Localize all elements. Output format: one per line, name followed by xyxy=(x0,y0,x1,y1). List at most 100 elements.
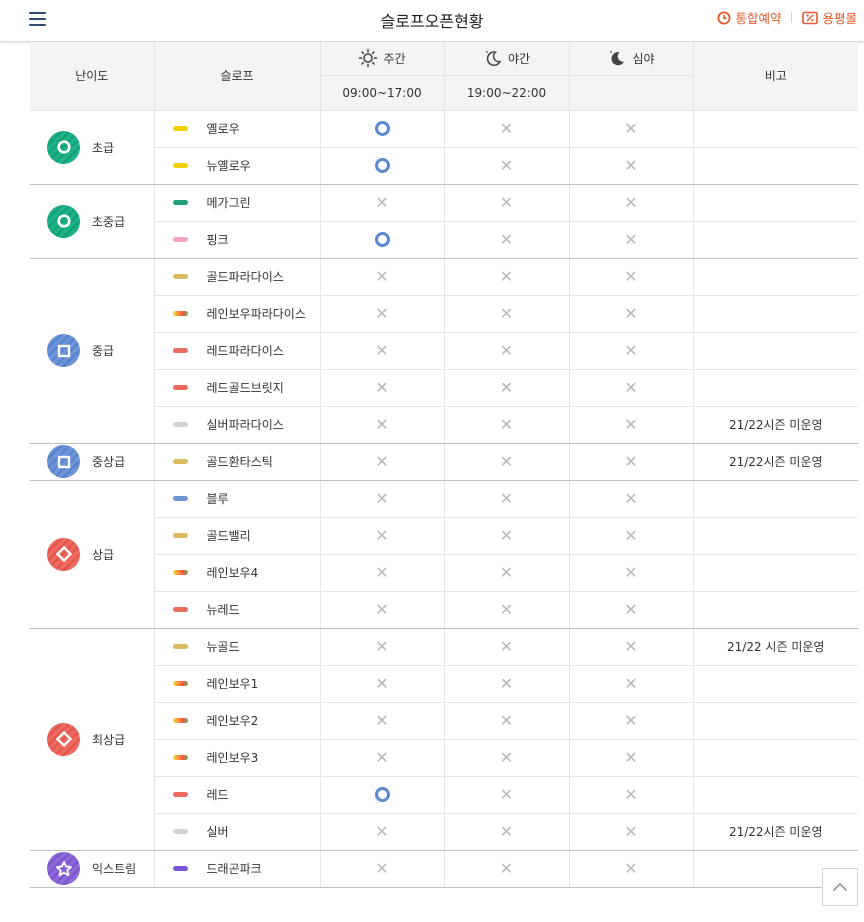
moon-icon xyxy=(610,51,625,66)
open-circle-icon xyxy=(374,121,390,136)
top-links: 통합예약 용평몰 xyxy=(717,8,857,27)
closed-x-icon: ✕ xyxy=(499,710,514,730)
slope-name: 뉴옐로우 xyxy=(206,159,251,173)
table-row: 레인보우3 ✕ ✕ ✕ xyxy=(30,739,858,777)
status-closed: ✕ xyxy=(569,813,694,851)
status-closed: ✕ xyxy=(569,332,694,370)
slope-name: 레인보우3 xyxy=(206,751,259,765)
note-cell xyxy=(693,332,858,370)
slope-color-pill xyxy=(172,755,188,760)
closed-x-icon: ✕ xyxy=(375,451,389,471)
slope-cell: 뉴골드 xyxy=(154,628,321,666)
slope-color-pill xyxy=(172,533,188,538)
note-cell xyxy=(693,258,858,296)
closed-x-icon: ✕ xyxy=(624,118,638,138)
note-cell xyxy=(693,110,858,148)
slope-color-pill xyxy=(172,607,188,612)
chevron-up-icon xyxy=(833,883,847,891)
status-closed: ✕ xyxy=(569,184,694,222)
status-closed: ✕ xyxy=(320,813,445,851)
slope-cell: 실버 xyxy=(154,813,321,851)
status-closed: ✕ xyxy=(444,813,570,851)
closed-x-icon: ✕ xyxy=(375,599,389,619)
status-closed: ✕ xyxy=(444,258,570,296)
closed-x-icon: ✕ xyxy=(499,747,514,767)
closed-x-icon: ✕ xyxy=(624,710,638,730)
status-closed: ✕ xyxy=(444,628,570,666)
level-label: 익스트림 xyxy=(92,862,137,876)
col-header-slope: 슬로프 xyxy=(154,42,321,111)
level-cell: 중상급 xyxy=(30,443,155,481)
note-cell xyxy=(693,221,858,259)
slope-color-pill xyxy=(172,274,188,279)
status-closed: ✕ xyxy=(320,184,445,222)
status-closed: ✕ xyxy=(569,295,694,333)
level-label: 상급 xyxy=(92,547,115,562)
slope-color-pill xyxy=(172,644,188,649)
status-closed: ✕ xyxy=(320,591,445,629)
table-row: 레드골드브릿지 ✕ ✕ ✕ xyxy=(30,369,858,407)
header: 슬로프오픈현황 통합예약 용평몰 xyxy=(0,0,864,42)
col-header-level: 난이도 xyxy=(30,42,155,111)
status-closed: ✕ xyxy=(569,147,694,185)
note-cell xyxy=(693,776,858,814)
note-cell xyxy=(693,480,858,518)
open-circle-icon xyxy=(374,158,390,173)
level-cell: 중급 xyxy=(30,258,155,444)
closed-x-icon: ✕ xyxy=(624,784,638,804)
level-star-icon xyxy=(55,860,72,876)
status-open xyxy=(320,776,445,814)
slope-color-pill xyxy=(172,459,188,464)
slope-cell: 실버파라다이스 xyxy=(154,406,321,444)
status-closed: ✕ xyxy=(320,702,445,740)
level-badge xyxy=(47,204,80,238)
closed-x-icon: ✕ xyxy=(499,451,514,471)
note-cell: 21/22시즌 미운영 xyxy=(693,406,858,444)
closed-x-icon: ✕ xyxy=(375,414,389,434)
closed-x-icon: ✕ xyxy=(375,303,389,323)
slope-color-pill xyxy=(172,311,188,316)
closed-x-icon: ✕ xyxy=(375,192,389,212)
status-closed: ✕ xyxy=(320,258,445,296)
table-row: 초급 옐로우 ✕ ✕ xyxy=(30,110,858,185)
closed-x-icon: ✕ xyxy=(499,488,514,508)
slope-color-pill xyxy=(172,792,188,797)
closed-x-icon: ✕ xyxy=(624,340,638,360)
table-row: 뉴옐로우 ✕ ✕ xyxy=(30,147,858,185)
note-cell xyxy=(693,702,858,740)
note-cell xyxy=(693,184,858,222)
note-cell xyxy=(693,665,858,703)
closed-x-icon: ✕ xyxy=(624,451,638,471)
note-cell xyxy=(693,517,858,555)
closed-x-icon: ✕ xyxy=(499,229,514,249)
integrated-reservation-link[interactable]: 통합예약 xyxy=(717,8,781,27)
status-closed: ✕ xyxy=(444,702,570,740)
slope-name: 핑크 xyxy=(206,233,229,247)
closed-x-icon: ✕ xyxy=(499,303,514,323)
col-header-late-label: 심야 xyxy=(632,51,655,66)
slope-name: 블루 xyxy=(206,492,229,506)
note-cell xyxy=(693,147,858,185)
slope-name: 골드파라다이스 xyxy=(206,270,284,284)
table-row: 중급 골드파라다이스 ✕ ✕ ✕ xyxy=(30,258,858,444)
status-closed: ✕ xyxy=(320,850,445,888)
slope-name: 뉴골드 xyxy=(206,640,240,654)
table-row: 레드 ✕ ✕ xyxy=(30,776,858,814)
closed-x-icon: ✕ xyxy=(624,562,638,582)
scroll-to-top-button[interactable] xyxy=(822,868,858,906)
closed-x-icon: ✕ xyxy=(375,673,389,693)
status-closed: ✕ xyxy=(569,480,694,518)
status-closed: ✕ xyxy=(569,406,694,444)
slope-cell: 블루 xyxy=(154,480,321,518)
slope-name: 레인보우2 xyxy=(206,714,259,728)
status-closed: ✕ xyxy=(569,110,694,148)
level-badge xyxy=(47,537,80,571)
closed-x-icon: ✕ xyxy=(499,118,514,138)
status-closed: ✕ xyxy=(444,147,570,185)
closed-x-icon: ✕ xyxy=(375,710,389,730)
slope-cell: 메가그린 xyxy=(154,184,321,222)
closed-x-icon: ✕ xyxy=(499,562,514,582)
status-closed: ✕ xyxy=(444,406,570,444)
yongpyong-mall-link[interactable]: 용평몰 xyxy=(802,8,857,27)
level-cell: 상급 xyxy=(30,480,155,629)
